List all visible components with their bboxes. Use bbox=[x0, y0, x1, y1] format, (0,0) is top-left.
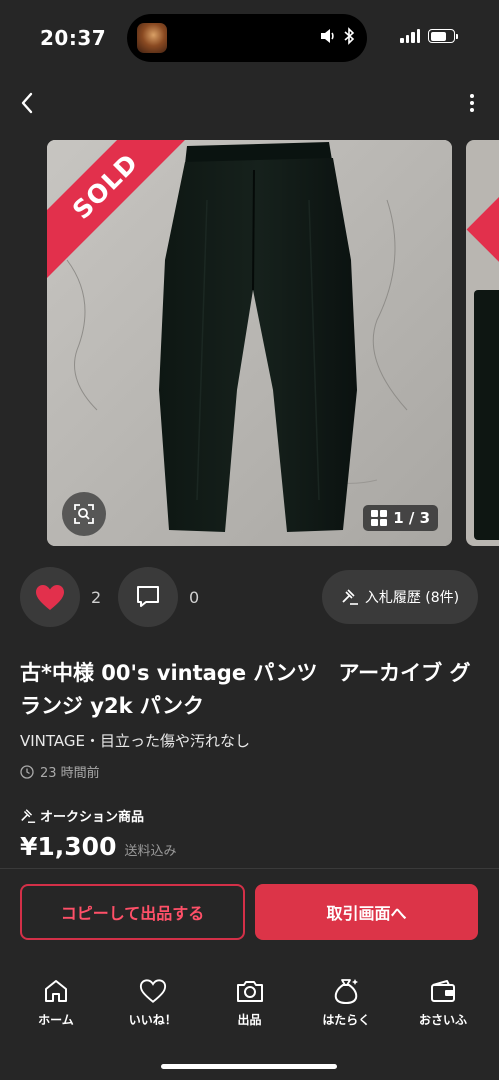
tab-likes-label: いいね！ bbox=[128, 1013, 177, 1027]
comment-count: 0 bbox=[189, 588, 200, 607]
grid-icon bbox=[371, 510, 388, 526]
bid-history-label: 入札履歴 (8件) bbox=[364, 590, 460, 606]
gavel-icon bbox=[342, 589, 358, 605]
clock-icon bbox=[20, 764, 34, 779]
photo-page-indicator: 1 / 3 bbox=[363, 505, 438, 531]
tab-home-label: ホーム bbox=[38, 1013, 74, 1027]
price-row: ¥1,300 送料込み bbox=[20, 832, 177, 861]
status-time: 20:37 bbox=[40, 26, 107, 50]
tab-bar: ホーム いいね！ 出品 はたらく おさいふ bbox=[0, 975, 499, 1035]
posted-time-text: 23 時間前 bbox=[40, 766, 100, 781]
price: ¥1,300 bbox=[20, 832, 117, 861]
tab-work-label: はたらく bbox=[322, 1013, 371, 1027]
item-title: 古*中様 00's vintage パンツ アーカイブ グランジ y2k パンク bbox=[20, 661, 471, 718]
back-button[interactable] bbox=[12, 88, 42, 118]
item-condition: VINTAGE・目立った傷や汚れなし bbox=[20, 732, 251, 750]
sold-badge-next bbox=[466, 144, 499, 264]
product-photo[interactable]: SOLD 1 / 3 bbox=[47, 140, 452, 546]
tab-wallet[interactable]: おさいふ bbox=[395, 975, 491, 1035]
posted-time: 23 時間前 bbox=[20, 762, 100, 781]
gavel-icon bbox=[21, 808, 36, 823]
tab-sell-label: 出品 bbox=[237, 1013, 262, 1027]
image-search-button[interactable] bbox=[62, 492, 106, 536]
scan-icon bbox=[74, 504, 94, 524]
tab-sell[interactable]: 出品 bbox=[202, 975, 298, 1035]
chevron-left-icon bbox=[21, 92, 33, 114]
auction-label: オークション商品 bbox=[20, 806, 144, 825]
bluetooth-icon bbox=[344, 27, 355, 45]
divider bbox=[0, 868, 499, 869]
home-icon bbox=[45, 980, 67, 1002]
like-count: 2 bbox=[91, 588, 102, 607]
tab-likes[interactable]: いいね！ bbox=[105, 975, 201, 1035]
tab-work[interactable]: はたらく bbox=[298, 975, 394, 1035]
auction-label-text: オークション商品 bbox=[40, 810, 145, 825]
shipping-note: 送料込み bbox=[124, 844, 177, 859]
heart-icon bbox=[36, 584, 64, 610]
camera-icon bbox=[236, 981, 263, 1002]
photo-gallery[interactable]: SOLD 1 / 3 bbox=[0, 140, 499, 547]
now-playing-artwork bbox=[137, 23, 167, 53]
money-bag-icon bbox=[335, 979, 359, 1005]
bid-history-button[interactable]: 入札履歴 (8件) bbox=[322, 570, 478, 624]
like-button[interactable] bbox=[20, 567, 80, 627]
more-options-button[interactable] bbox=[467, 90, 477, 116]
next-product-photo[interactable] bbox=[466, 140, 499, 546]
battery-icon bbox=[428, 29, 458, 43]
comment-button[interactable] bbox=[118, 567, 178, 627]
copy-listing-button[interactable]: コピーして出品する bbox=[20, 884, 245, 940]
trade-screen-button[interactable]: 取引画面へ bbox=[255, 884, 478, 940]
speaker-icon bbox=[321, 29, 334, 43]
signal-icon bbox=[400, 29, 420, 43]
tab-home[interactable]: ホーム bbox=[8, 975, 104, 1035]
status-bar: 20:37 bbox=[0, 0, 499, 76]
tab-wallet-label: おさいふ bbox=[418, 1013, 467, 1027]
photo-page-text: 1 / 3 bbox=[393, 509, 430, 527]
dynamic-island[interactable] bbox=[127, 14, 367, 62]
home-indicator[interactable] bbox=[161, 1064, 337, 1069]
wallet-icon bbox=[431, 980, 455, 1002]
comment-icon bbox=[137, 586, 159, 607]
heart-icon bbox=[139, 979, 166, 1003]
